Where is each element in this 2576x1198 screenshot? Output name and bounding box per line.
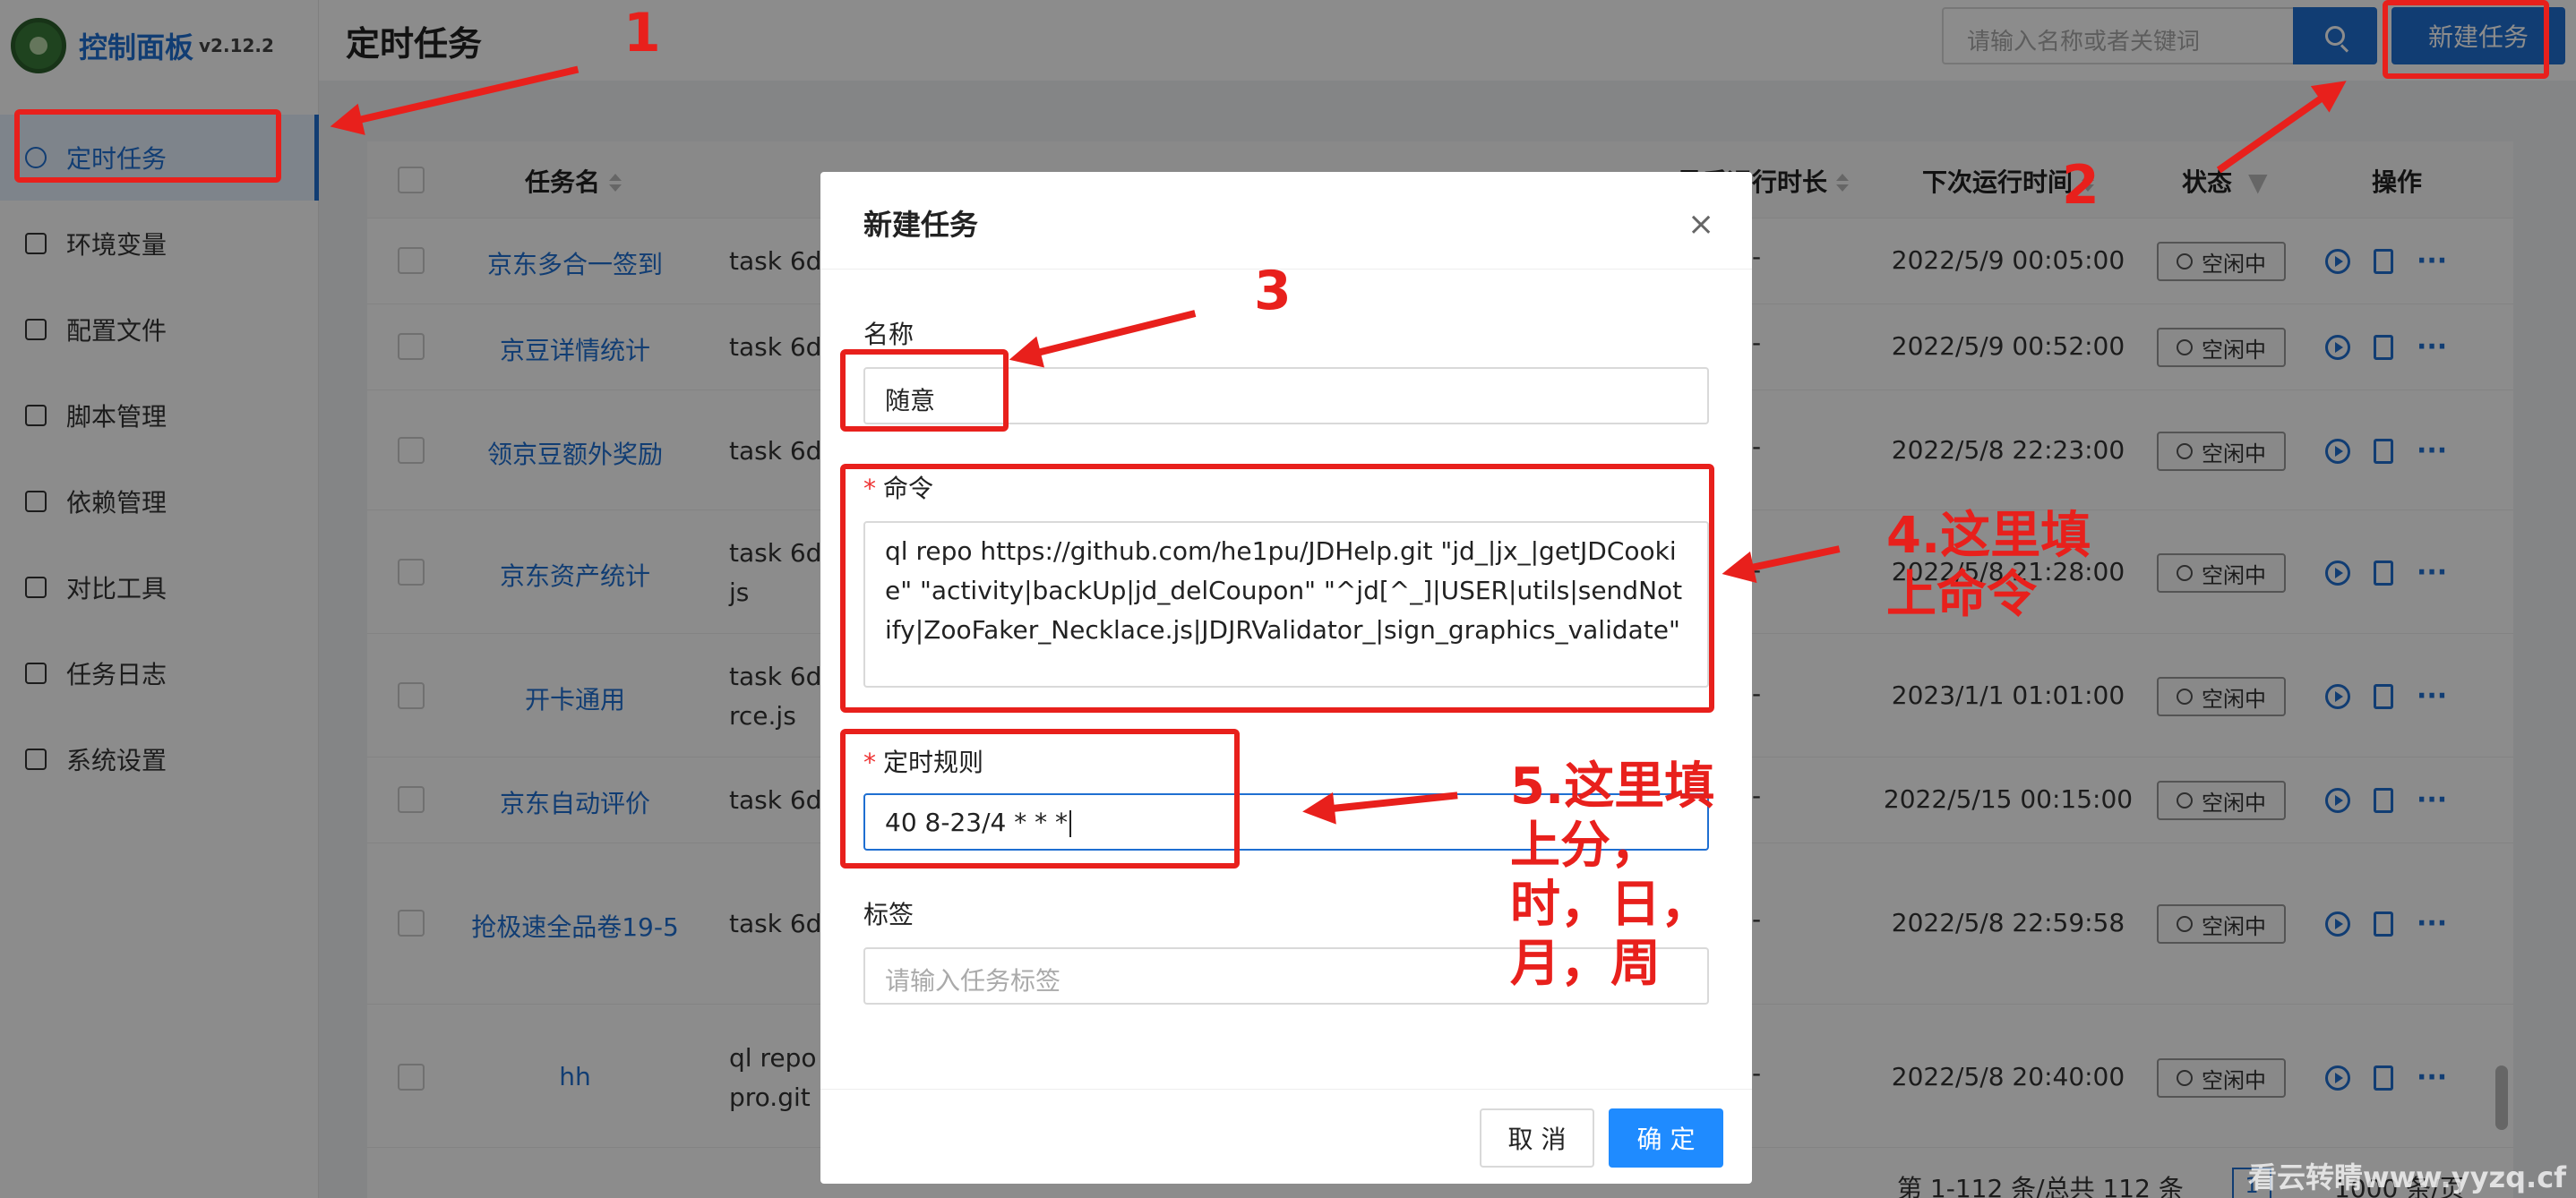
confirm-button[interactable]: 确 定 (1609, 1108, 1723, 1168)
modal-title: 新建任务 (863, 208, 979, 242)
close-icon[interactable]: × (1687, 206, 1714, 243)
annotation-box-command (840, 464, 1714, 713)
name-label: 名称 (863, 320, 914, 349)
annotation-step-5: 5.这里填上分，时，日，月，周 (1510, 757, 1715, 993)
annotation-step-3: 3 (1254, 260, 1292, 322)
annotation-box-schedule (840, 729, 1240, 869)
watermark: 看云转睛www.yyzq.cf (2248, 1160, 2567, 1194)
annotation-step-4: 4.这里填上命令 (1886, 507, 2091, 624)
cancel-button[interactable]: 取 消 (1480, 1108, 1594, 1168)
annotation-step-1: 1 (623, 2, 661, 64)
annotation-box-sidebar (14, 109, 281, 183)
tags-label: 标签 (863, 900, 914, 929)
modal-footer-divider (820, 1089, 1752, 1090)
annotation-step-2: 2 (2062, 154, 2099, 217)
annotation-box-new-task (2383, 0, 2549, 79)
annotation-box-name (840, 349, 1009, 432)
